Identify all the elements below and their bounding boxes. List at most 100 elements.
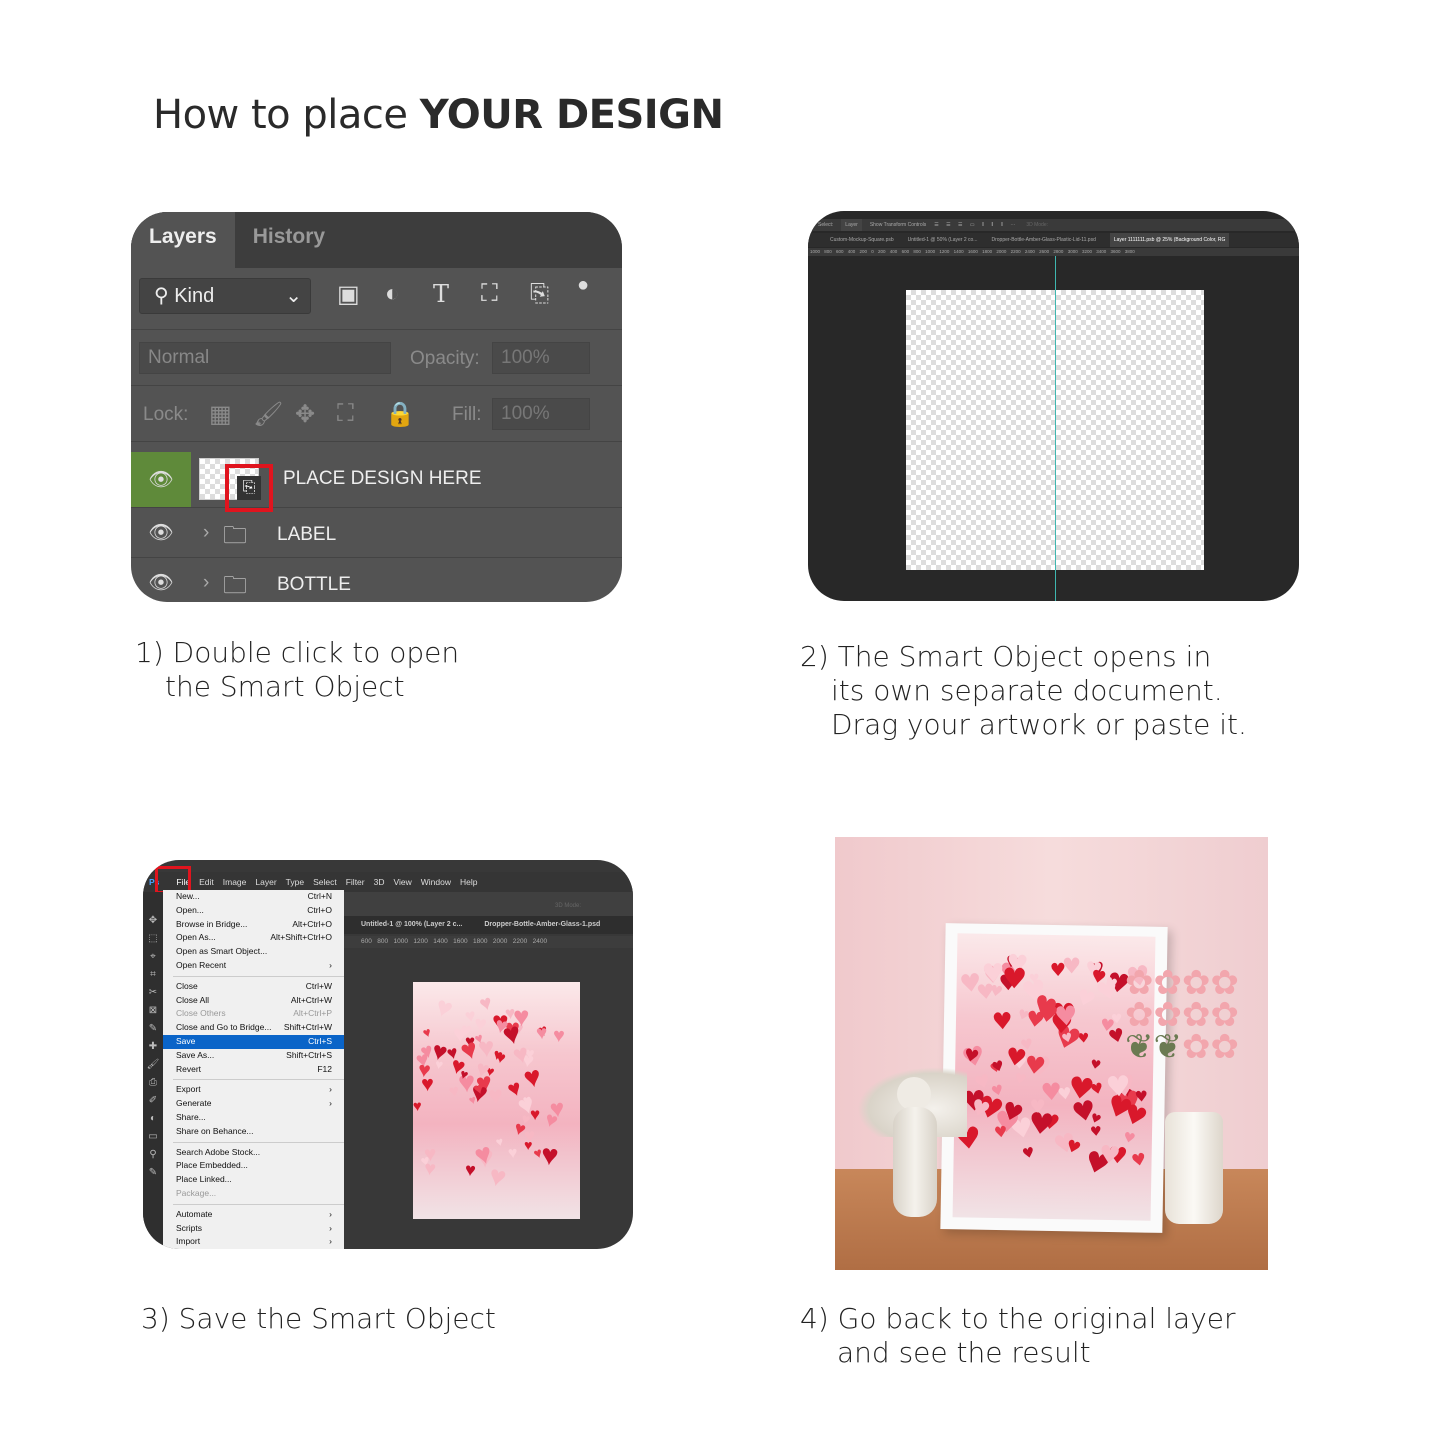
step3-caption: 3) Save the Smart Object <box>141 1302 496 1336</box>
fill-input[interactable]: 100% <box>492 398 590 430</box>
caption-line: 2) The Smart Object opens in <box>800 640 1212 673</box>
menu-item-label: Generate <box>176 1098 212 1109</box>
doc-tab-active[interactable]: Layer 1111111.psb @ 25% (Background Colo… <box>1109 233 1230 247</box>
menu-type[interactable]: Type <box>286 872 304 892</box>
menu-item-search-adobe-stock[interactable]: Search Adobe Stock... <box>163 1146 344 1160</box>
menu-select[interactable]: Select <box>313 872 337 892</box>
lock-artboard-icon[interactable]: ⛶ <box>337 400 354 428</box>
layer-label[interactable]: 👁 › 🗀 LABEL <box>131 508 622 558</box>
blend-mode-select[interactable]: Normal <box>139 342 391 374</box>
layer-name: PLACE DESIGN HERE <box>283 468 482 489</box>
guide-line <box>1055 256 1056 601</box>
heart-mark: ♥ <box>486 1081 504 1111</box>
lock-label: Lock: <box>143 404 189 425</box>
menu-view[interactable]: View <box>393 872 411 892</box>
menu-item-package[interactable]: Package... <box>163 1187 344 1201</box>
menu-item-import[interactable]: Import › <box>163 1235 344 1249</box>
menu-item-shortcut: Ctrl+N <box>307 891 332 901</box>
lock-transparent-icon[interactable]: ▦ <box>209 400 232 429</box>
file-menu-dropdown: New... Ctrl+N Open... Ctrl+O Browse in Bridg… <box>163 890 344 1249</box>
show-transform-checkbox[interactable]: Show Transform Controls <box>870 219 926 231</box>
eye-icon[interactable]: 👁 <box>131 508 191 557</box>
doc-tab[interactable]: Custom-Mockup-Square.psb <box>830 233 894 247</box>
lock-all-icon[interactable]: 🔒 <box>385 400 415 429</box>
menu-item-shortcut: › <box>329 1222 332 1233</box>
result-mockup-photo: ♥ ♥ ♥ ♥ ♥ ♥ ♥ ♥ ♥ ♥ ♥ ♥ ♥ ♥ ♥ ♥ ♥ ♥ ♥ ♥ ♥ ♥ ♥ ♥ ♥ ♥ ♥ ♥ ♥ ♥ ♥ ♥ ♥ ♥ ♥ ♥ ♥ ♥ ♥ ♥… <box>835 837 1268 1270</box>
menu-edit[interactable]: Edit <box>199 872 214 892</box>
menu-item-open-as[interactable]: Open As... Alt+Shift+Ctrl+O <box>163 931 344 945</box>
shape-filter-icon[interactable]: ⛶ <box>481 280 498 308</box>
menu-item-automate[interactable]: Automate › <box>163 1208 344 1222</box>
menu-window[interactable]: Window <box>421 872 451 892</box>
menu-item-shortcut: Alt+Shift+Ctrl+O <box>270 932 332 943</box>
document-tabs: Custom-Mockup-Square.psb Untitled-1 @ 50… <box>808 233 1299 247</box>
expand-chevron-icon[interactable]: › <box>203 522 209 544</box>
fill-value: 100% <box>501 403 550 424</box>
menu-item-save-as[interactable]: Save As... Shift+Ctrl+S <box>163 1049 344 1063</box>
expand-chevron-icon[interactable]: › <box>203 572 209 594</box>
menu-item-browse-in-bridge[interactable]: Browse in Bridge... Alt+Ctrl+O <box>163 918 344 932</box>
doc-tab[interactable]: Untitled-1 @ 100% (Layer 2 c... <box>361 916 462 934</box>
menu-item-save[interactable]: Save Ctrl+S <box>163 1034 344 1049</box>
menu-help[interactable]: Help <box>460 872 477 892</box>
doc-tab[interactable]: Dropper-Bottle-Amber-Glass-Plastic-Lid-1… <box>991 233 1095 247</box>
menu-item-close-others[interactable]: Close Others Alt+Ctrl+P <box>163 1007 344 1021</box>
smart-object-highlight: ⎘ <box>225 464 273 512</box>
menu-item-label: Revert <box>176 1063 202 1074</box>
menu-3d[interactable]: 3D <box>374 872 385 892</box>
adjustment-filter-icon[interactable]: ◐ <box>385 280 400 308</box>
menu-filter[interactable]: Filter <box>346 872 365 892</box>
menu-item-open-recent[interactable]: Open Recent › <box>163 959 344 973</box>
menu-item-open[interactable]: Open... Ctrl+O <box>163 904 344 918</box>
menu-item-close-and-go-to-bridge[interactable]: Close and Go to Bridge... Shift+Ctrl+W <box>163 1021 344 1035</box>
opacity-input[interactable]: 100% <box>492 342 590 374</box>
menu-item-open-as-smart-object[interactable]: Open as Smart Object... <box>163 945 344 959</box>
heart-mark: ♥ <box>548 1095 566 1124</box>
image-filter-icon[interactable]: ▣ <box>337 280 360 309</box>
menu-layer[interactable]: Layer <box>255 872 276 892</box>
menu-item-generate[interactable]: Generate › <box>163 1097 344 1111</box>
options-bar: 3D Mode: <box>343 892 633 916</box>
menu-item-share-on-behance[interactable]: Share on Behance... <box>163 1125 344 1139</box>
layers-panel-screenshot: Layers History ⚲ Kind ⌄ ▣ ◐ T ⛶ ⎘ ● Norma… <box>131 212 622 602</box>
menu-bar: Ps File Edit Image Layer Type Select Filter 3D V… <box>143 872 633 892</box>
menu-item-scripts[interactable]: Scripts › <box>163 1222 344 1236</box>
tab-history[interactable]: History <box>235 212 343 268</box>
heart-mark: ♥ <box>991 1007 1014 1036</box>
menu-item-close[interactable]: Close Ctrl+W <box>163 980 344 994</box>
doc-tab[interactable]: Dropper-Bottle-Amber-Glass-1.psd <box>484 916 600 934</box>
menu-item-close-all[interactable]: Close All Alt+Ctrl+W <box>163 994 344 1008</box>
menu-item-new[interactable]: New... Ctrl+N <box>163 890 344 904</box>
lock-move-icon[interactable]: ✥ <box>295 400 315 429</box>
filter-toggle-icon[interactable]: ● <box>577 274 589 297</box>
folder-icon: 🗀 <box>223 572 247 599</box>
menu-item-shortcut: Shift+Ctrl+S <box>286 1049 332 1060</box>
menu-item-label: Save <box>176 1035 196 1046</box>
kind-filter-select[interactable]: ⚲ Kind ⌄ <box>139 278 311 314</box>
eye-icon[interactable]: 👁 <box>131 558 191 602</box>
menu-item-label: Browse in Bridge... <box>176 918 248 929</box>
doc-tab[interactable]: Untitled-1 @ 50% (Layer 2 co... <box>908 233 978 247</box>
smart-object-filter-icon[interactable]: ⎘ <box>530 280 549 308</box>
menu-item-place-linked[interactable]: Place Linked... <box>163 1173 344 1187</box>
opacity-label: Opacity: <box>410 348 480 369</box>
caption-line: and see the result <box>837 1336 1091 1369</box>
menu-item-label: Scripts <box>176 1222 202 1233</box>
layer-place-design-here[interactable]: 👁 ⎘ PLACE DESIGN HERE <box>131 452 622 512</box>
layer-bottle[interactable]: 👁 › 🗀 BOTTLE <box>131 558 622 602</box>
menu-image[interactable]: Image <box>223 872 247 892</box>
menu-item-export[interactable]: Export › <box>163 1083 344 1097</box>
pink-roses: ✿✿✿✿ ✿✿✿✿ ❦❦✿✿ <box>1125 963 1239 1067</box>
menu-item-share[interactable]: Share... <box>163 1111 344 1125</box>
menu-item-place-embedded[interactable]: Place Embedded... <box>163 1159 344 1173</box>
tab-layers[interactable]: Layers <box>131 212 235 268</box>
align-icons[interactable]: ☰ ☰ ☰ ▭ ‖ ‖ ‖ ⋯ <box>934 219 1018 231</box>
vase <box>1165 1112 1223 1224</box>
smart-object-icon: ⎘ <box>237 476 261 500</box>
lock-brush-icon[interactable]: 🖌 <box>253 400 283 429</box>
select-dropdown[interactable]: Layer <box>841 219 862 231</box>
type-filter-icon[interactable]: T <box>433 280 449 308</box>
menu-item-revert[interactable]: Revert F12 <box>163 1063 344 1077</box>
eye-icon[interactable]: 👁 <box>131 452 191 507</box>
heart-mark: ♥ <box>524 1137 533 1155</box>
